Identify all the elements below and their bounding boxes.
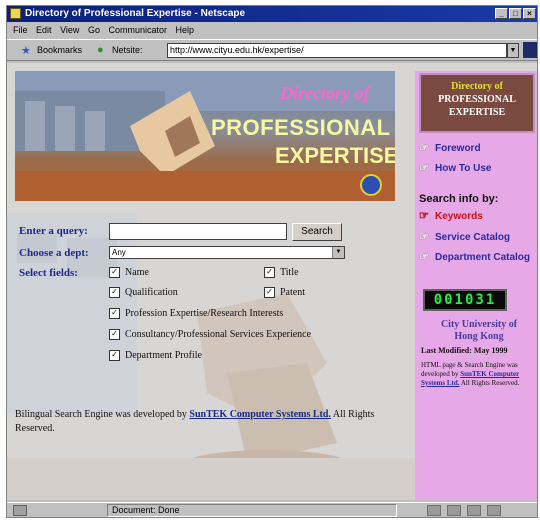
- banner-title-line3: EXPERTISE: [275, 143, 395, 168]
- title-bar: Directory of Professional Expertise - Ne…: [7, 6, 537, 22]
- address-input[interactable]: http://www.cityu.edu.hk/expertise/: [167, 43, 507, 58]
- field-qualification-checkbox[interactable]: ✓ Qualification: [109, 287, 178, 299]
- banner-title-line1: Directory of: [280, 83, 370, 103]
- bookmarks-button[interactable]: Bookmarks: [37, 45, 82, 55]
- netscape-logo-icon[interactable]: [523, 42, 537, 58]
- dept-select-value: Any: [112, 248, 126, 257]
- sidebar-copyright: HTML page & Search Engine was developed …: [421, 361, 535, 388]
- cityu-logo-icon: [360, 174, 382, 196]
- field-title-checkbox[interactable]: ✓ Title: [264, 267, 299, 279]
- component-icon[interactable]: [427, 505, 441, 516]
- directory-banner-image: Directory of PROFESSIONAL EXPERTISE: [15, 71, 395, 201]
- university-line1: City University of: [440, 319, 518, 330]
- menu-bar: File Edit View Go Communicator Help: [7, 23, 537, 38]
- menu-view[interactable]: View: [60, 25, 79, 35]
- field-consultancy-label: Consultancy/Professional Services Experi…: [125, 329, 312, 340]
- close-button[interactable]: ×: [523, 8, 536, 19]
- browser-window: Directory of Professional Expertise - Ne…: [6, 5, 538, 518]
- sidebar-header-line3: EXPERTISE: [448, 107, 506, 118]
- discussion-icon[interactable]: [467, 505, 481, 516]
- query-label: Enter a query:: [19, 225, 88, 237]
- netsite-label: Netsite:: [112, 45, 143, 55]
- location-toolbar: ★ Bookmarks ● Netsite: http://www.cityu.…: [7, 39, 537, 61]
- search-by-heading: Search info by:: [419, 193, 499, 205]
- field-department-checkbox[interactable]: ✓ Department Profile: [109, 350, 202, 362]
- field-profession-label: Profession Expertise/Research Interests: [125, 308, 284, 319]
- fields-label: Select fields:: [19, 267, 78, 279]
- pointing-hand-icon: ☞: [419, 142, 429, 154]
- menu-edit[interactable]: Edit: [36, 25, 52, 35]
- university-name: City University of Hong Kong: [425, 319, 533, 343]
- netsite-icon: ●: [97, 44, 104, 56]
- sidebar-header-line2: PROFESSIONAL: [438, 94, 516, 105]
- visitor-counter: 001031: [423, 289, 507, 311]
- sidebar-item-label: Department Catalog: [435, 252, 531, 263]
- page-content: Directory of PROFESSIONAL EXPERTISE Ente…: [7, 63, 537, 500]
- netscape-app-icon: [10, 8, 21, 19]
- university-line2: Hong Kong: [454, 331, 504, 342]
- dept-select[interactable]: Any ▼: [109, 246, 345, 259]
- sidebar-item-label: How To Use: [435, 163, 492, 174]
- sidebar-header-logo: Directory of PROFESSIONAL EXPERTISE: [419, 73, 535, 133]
- status-text: Document: Done: [107, 504, 397, 517]
- sidebar: Directory of PROFESSIONAL EXPERTISE ☞ For…: [415, 71, 537, 500]
- pointing-hand-icon: ☞: [419, 231, 429, 243]
- sidebar-header-line1: Directory of: [451, 81, 503, 92]
- window-title: Directory of Professional Expertise - Ne…: [25, 8, 246, 19]
- sidebar-item-keywords[interactable]: ☞ Keywords: [419, 209, 483, 222]
- sidebar-item-label: Service Catalog: [435, 232, 511, 243]
- address-dropdown-icon[interactable]: ▼: [507, 43, 519, 58]
- developer-footnote: Bilingual Search Engine was developed by…: [15, 408, 395, 436]
- field-department-label: Department Profile: [125, 350, 202, 361]
- suntek-link[interactable]: SunTEK Computer Systems Ltd.: [189, 409, 331, 420]
- pointing-hand-icon: ☞: [419, 210, 429, 222]
- menu-communicator[interactable]: Communicator: [108, 25, 167, 35]
- mail-icon[interactable]: [447, 505, 461, 516]
- sidebar-item-how-to-use[interactable]: ☞ How To Use: [419, 161, 491, 174]
- sidebar-item-label: Keywords: [435, 211, 483, 222]
- chevron-down-icon[interactable]: ▼: [332, 247, 344, 258]
- status-bar: Document: Done: [7, 502, 537, 517]
- field-title-label: Title: [280, 267, 299, 278]
- security-lock-icon[interactable]: [13, 505, 27, 516]
- pointing-hand-icon: ☞: [419, 251, 429, 263]
- menu-file[interactable]: File: [13, 25, 28, 35]
- last-modified: Last Modified: May 1999: [421, 346, 508, 355]
- composer-icon[interactable]: [487, 505, 501, 516]
- pointing-hand-icon: ☞: [419, 162, 429, 174]
- sidebar-item-service-catalog[interactable]: ☞ Service Catalog: [419, 230, 510, 243]
- field-patent-label: Patent: [280, 287, 305, 298]
- sidebar-item-foreword[interactable]: ☞ Foreword: [419, 141, 481, 154]
- dept-label: Choose a dept:: [19, 247, 89, 259]
- field-profession-checkbox[interactable]: ✓ Profession Expertise/Research Interests: [109, 308, 284, 320]
- copyright-suffix: All Rights Reserved.: [459, 379, 520, 387]
- field-qualification-label: Qualification: [125, 287, 178, 298]
- footnote-prefix: Bilingual Search Engine was developed by: [15, 409, 190, 420]
- sidebar-item-label: Foreword: [435, 143, 481, 154]
- minimize-button[interactable]: _: [495, 8, 508, 19]
- field-consultancy-checkbox[interactable]: ✓ Consultancy/Professional Services Exper…: [109, 329, 312, 341]
- bookmark-icon: ★: [21, 45, 31, 57]
- menu-go[interactable]: Go: [88, 25, 100, 35]
- field-patent-checkbox[interactable]: ✓ Patent: [264, 287, 305, 299]
- query-input[interactable]: [109, 223, 287, 240]
- field-name-checkbox[interactable]: ✓ Name: [109, 267, 149, 279]
- menu-help[interactable]: Help: [176, 25, 195, 35]
- banner-title-line2: PROFESSIONAL: [211, 115, 391, 140]
- search-button[interactable]: Search: [292, 223, 342, 241]
- maximize-button[interactable]: □: [509, 8, 522, 19]
- field-name-label: Name: [125, 267, 149, 278]
- sidebar-item-department-catalog[interactable]: ☞ Department Catalog: [419, 250, 530, 263]
